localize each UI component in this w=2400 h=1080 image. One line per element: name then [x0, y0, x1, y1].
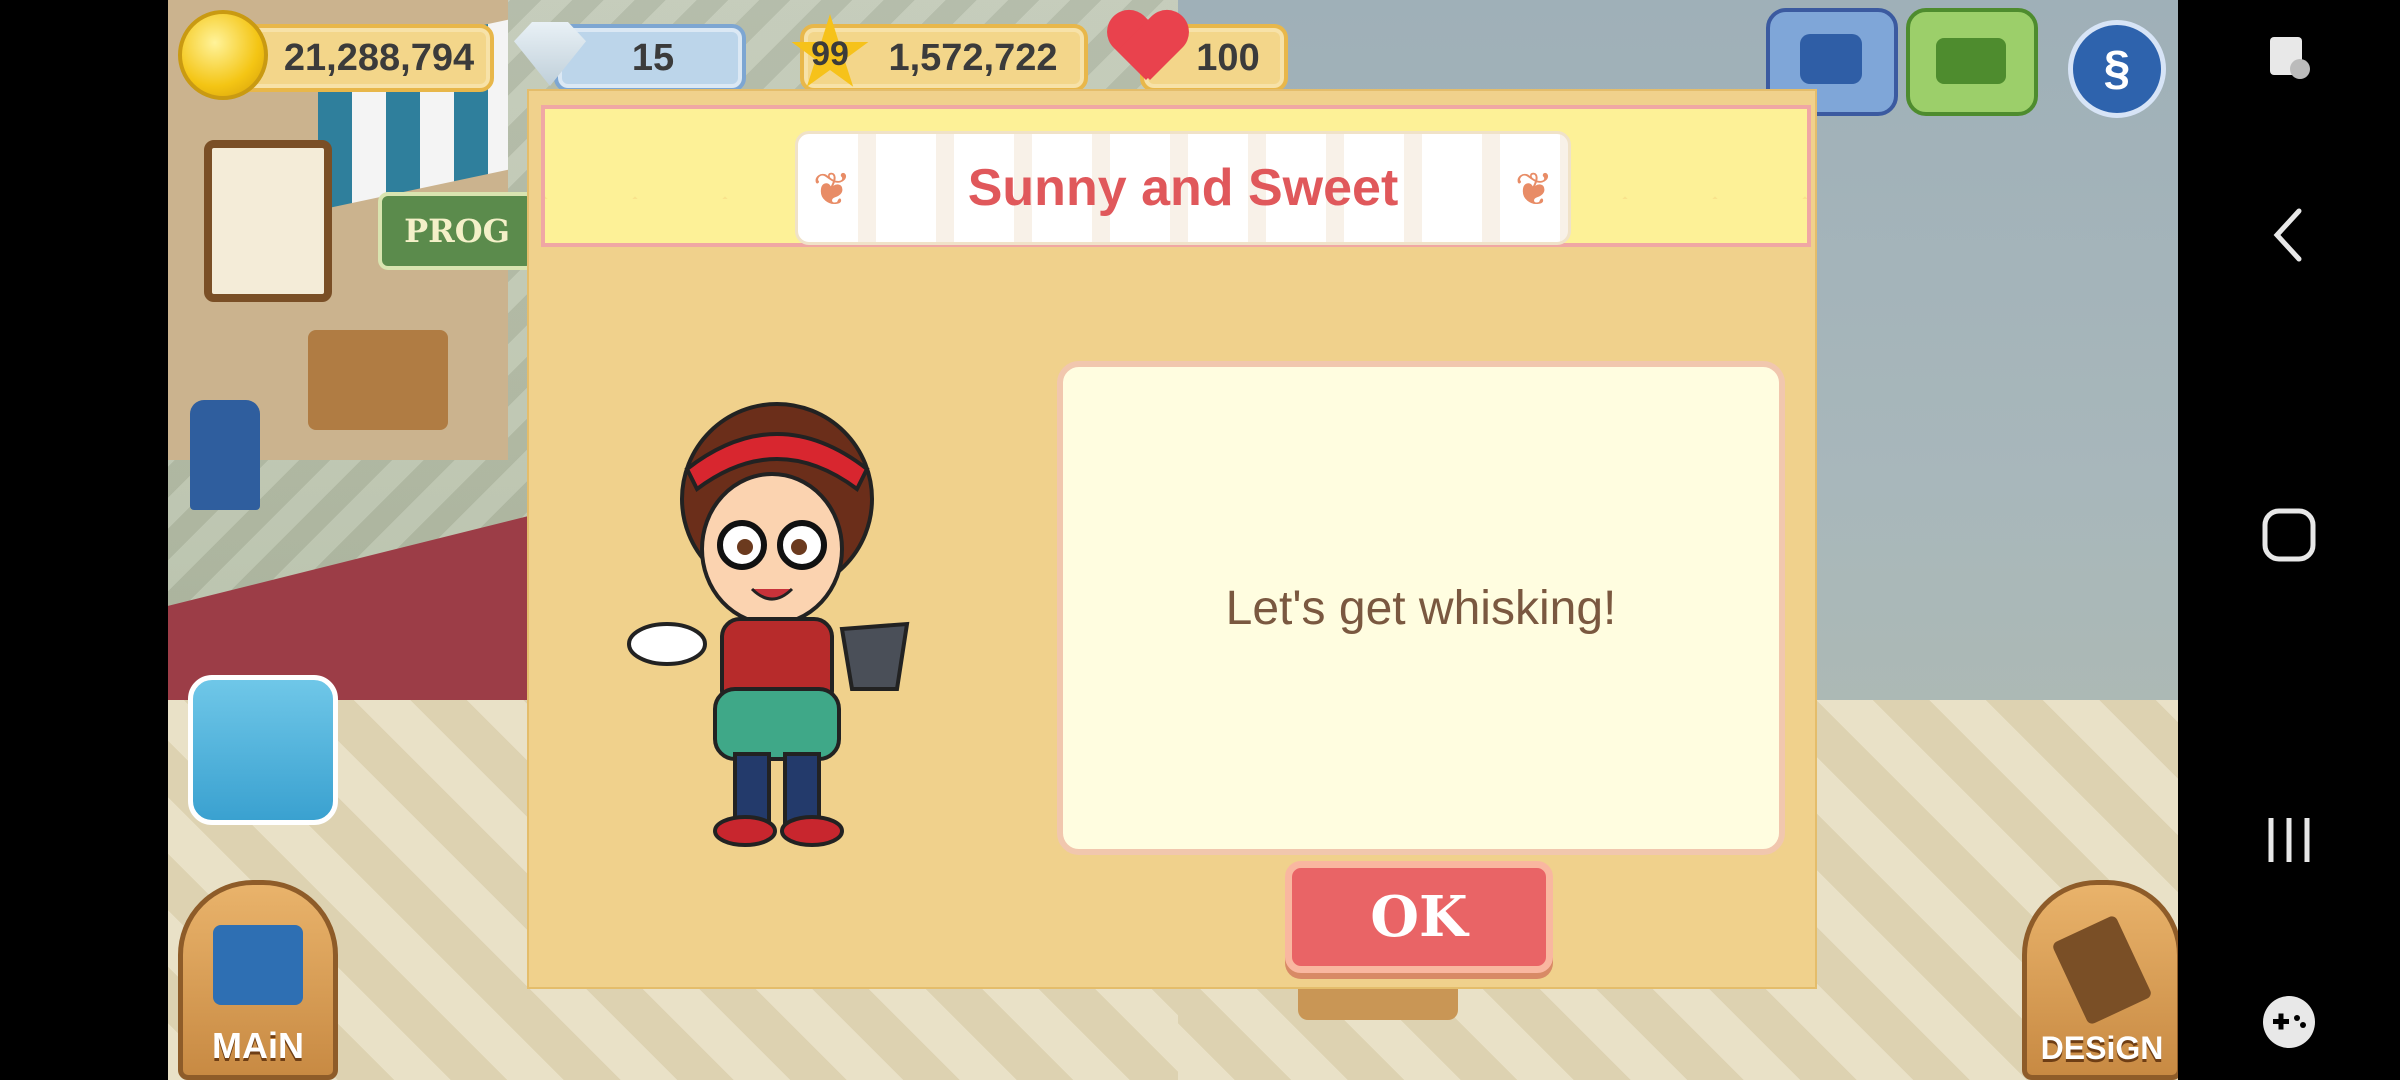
design-button-label: DESiGN: [2040, 1030, 2164, 1066]
gem-counter: 15: [554, 24, 746, 92]
farm-app-icon[interactable]: [188, 675, 338, 825]
apron: [713, 687, 841, 761]
chef-character: [627, 402, 910, 847]
main-button-label: MAiN: [212, 1025, 304, 1066]
dialog-title: Sunny and Sweet: [967, 159, 1399, 217]
xp-count: 1,572,722: [888, 37, 1058, 79]
eye-right: [791, 539, 807, 555]
heart-count: 100: [1196, 37, 1260, 79]
fruit-stand: [308, 330, 448, 430]
book-icon: [213, 925, 303, 1005]
coin-count: 21,288,794: [283, 37, 475, 79]
camera-button[interactable]: [1906, 8, 2038, 116]
s-badge-icon: §: [2103, 42, 2131, 95]
milk-pitcher-icon: [839, 621, 910, 691]
camera-icon: [1936, 38, 2006, 84]
back-icon[interactable]: [2178, 200, 2400, 270]
design-button[interactable]: DESiGN: [2022, 880, 2182, 1080]
clipboard-icon[interactable]: [204, 140, 332, 302]
s-badge-button[interactable]: §: [2068, 20, 2166, 118]
paint-roller-icon: [2051, 914, 2153, 1026]
shoe-right: [780, 815, 844, 847]
heart-icon: [1106, 12, 1186, 82]
eye-left: [737, 539, 753, 555]
screen-record-icon[interactable]: [2178, 28, 2400, 88]
level-number: 99: [811, 35, 849, 73]
mailbox: [190, 400, 260, 510]
game-tools-icon[interactable]: [2178, 990, 2400, 1054]
ok-button[interactable]: OK: [1285, 861, 1553, 973]
gem-count: 15: [631, 37, 675, 79]
right-flourish-icon: ❦: [1514, 163, 1554, 215]
system-nav-bar: [2178, 0, 2400, 1080]
speech-box: Let's get whisking!: [1057, 361, 1785, 855]
coffee-cup-icon: [627, 622, 707, 666]
dialog-message: Let's get whisking!: [1225, 581, 1617, 635]
home-icon[interactable]: [2178, 500, 2400, 570]
dialog: ❦ Sunny and Sweet ❦ Let's get whisking! …: [527, 89, 1817, 989]
main-button[interactable]: MAiN: [178, 880, 338, 1080]
ok-button-label: OK: [1370, 884, 1468, 950]
progress-sign-label: PROG: [404, 212, 510, 250]
recents-icon[interactable]: [2178, 805, 2400, 875]
title-plate: ❦ Sunny and Sweet ❦: [795, 131, 1571, 245]
jeans-right: [783, 752, 821, 826]
dialog-header: ❦ Sunny and Sweet ❦: [541, 105, 1811, 247]
phone-icon: [1800, 34, 1862, 84]
coin-icon: [178, 10, 268, 100]
jeans-left: [733, 752, 771, 826]
progress-sign[interactable]: PROG: [378, 192, 536, 270]
shoe-left: [713, 815, 777, 847]
